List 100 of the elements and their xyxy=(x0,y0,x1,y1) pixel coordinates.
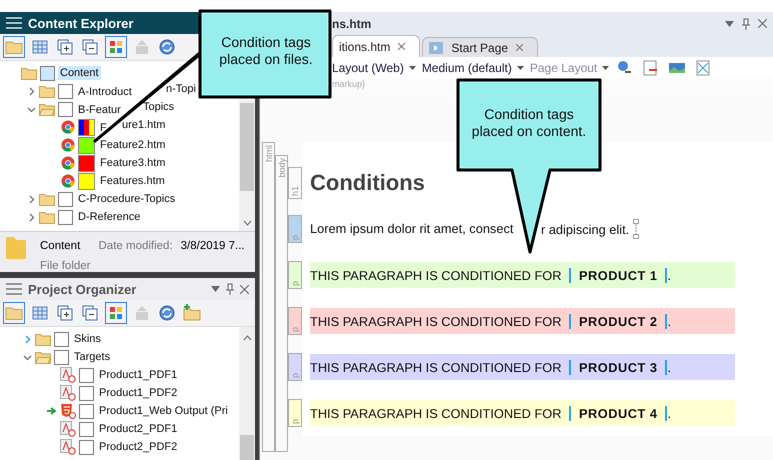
tree-item[interactable]: A-Introduct xyxy=(76,85,134,99)
tree-item[interactable]: Content xyxy=(58,66,101,80)
color-tiles-icon[interactable] xyxy=(105,36,127,58)
chevron-down-icon[interactable] xyxy=(23,352,32,362)
close-icon[interactable] xyxy=(398,43,406,50)
checkbox[interactable] xyxy=(79,422,94,436)
condition-tag-swatch xyxy=(78,172,95,190)
chevron-right-icon[interactable] xyxy=(27,86,36,96)
checkbox[interactable] xyxy=(54,350,69,364)
panel-title: Content Explorer xyxy=(28,16,134,30)
folder-icon[interactable] xyxy=(3,302,25,324)
tree-item[interactable]: Feature3.htm xyxy=(98,156,168,170)
checkbox[interactable] xyxy=(79,386,94,400)
paragraph: r adipiscing elit. xyxy=(541,222,630,236)
checkbox[interactable] xyxy=(58,192,73,206)
scroll-up-icon[interactable] xyxy=(242,335,252,341)
tree-item[interactable]: Product1_PDF1 xyxy=(97,368,180,382)
paragraph: THIS PARAGRAPH IS CONDITIONED FOR PRODUCT 1 . xyxy=(310,268,672,282)
dropdown[interactable]: Layout (Web) xyxy=(332,61,416,75)
item-name: Content xyxy=(40,240,82,252)
document-title: ns.htm xyxy=(332,16,372,30)
tree-item[interactable]: Targets xyxy=(72,350,112,364)
item-type: File folder xyxy=(40,260,90,272)
document-tab[interactable]: Start Page xyxy=(422,37,538,57)
tree-item[interactable]: n-Topi xyxy=(164,82,198,100)
pin-icon[interactable] xyxy=(742,18,750,30)
checkbox[interactable] xyxy=(58,102,73,116)
panel-title: Project Organizer xyxy=(28,282,138,296)
tree-item[interactable]: Product2_PDF1 xyxy=(97,422,180,436)
scroll-down-icon[interactable] xyxy=(242,220,252,226)
expand-all-icon[interactable] xyxy=(55,303,75,323)
callout-text: Condition tags placed on files. xyxy=(218,34,314,68)
date-label: Date modified: xyxy=(98,240,173,252)
condition-tag-swatch xyxy=(78,154,95,172)
tree-item[interactable]: Features.htm xyxy=(98,174,167,188)
tree-item[interactable]: C-Procedure-Topics xyxy=(76,192,178,206)
close-icon[interactable] xyxy=(516,44,524,51)
caret-icon xyxy=(408,66,416,70)
expand-all-icon[interactable] xyxy=(55,37,75,57)
tree-item[interactable]: Skins xyxy=(72,332,103,346)
collapse-all-icon[interactable] xyxy=(80,303,100,323)
open-folder-icon xyxy=(35,350,51,364)
callout-text: Condition tags placed on content. xyxy=(470,106,588,140)
checkbox[interactable] xyxy=(58,84,73,98)
tree-item[interactable]: Product2_PDF2 xyxy=(97,440,180,454)
checkbox[interactable] xyxy=(40,66,55,80)
caret-icon xyxy=(602,66,610,70)
pdf-target-icon xyxy=(60,421,76,437)
dropdown-icon[interactable] xyxy=(211,286,220,292)
tree-item[interactable]: Topics xyxy=(141,100,176,118)
folder-icon xyxy=(39,84,55,98)
scroll-thumb[interactable] xyxy=(240,435,254,460)
sync-icon[interactable] xyxy=(157,303,177,323)
tree-item[interactable]: B-Featur xyxy=(76,103,123,117)
close-icon[interactable] xyxy=(758,19,767,28)
collapse-all-icon[interactable] xyxy=(80,37,100,57)
folder-icon xyxy=(35,332,51,346)
open-folder-icon xyxy=(39,102,55,116)
chevron-right-icon[interactable] xyxy=(23,334,32,344)
paragraph: Lorem ipsum dolor rit amet, consect xyxy=(310,221,514,236)
pdf-target-icon xyxy=(60,367,76,383)
paragraph: THIS PARAGRAPH IS CONDITIONED FOR PRODUCT 3 . xyxy=(310,360,672,374)
condition-tag-swatch xyxy=(78,136,95,154)
chevron-down-icon[interactable] xyxy=(27,104,36,114)
tree-item[interactable]: ure1.htm xyxy=(120,118,168,136)
tree-item[interactable]: Product1_PDF2 xyxy=(97,386,180,400)
scroll-thumb[interactable] xyxy=(240,103,254,191)
checkbox[interactable] xyxy=(58,210,73,224)
close-icon[interactable] xyxy=(240,284,249,294)
html-target-icon xyxy=(60,403,76,419)
paragraph: THIS PARAGRAPH IS CONDITIONED FOR PRODUCT 2 . xyxy=(310,314,672,328)
menu-icon[interactable] xyxy=(6,283,22,295)
checkbox[interactable] xyxy=(79,440,94,454)
condition-tag-swatch xyxy=(78,118,95,136)
pdf-target-icon xyxy=(60,439,76,455)
date-value: 3/8/2019 7... xyxy=(180,240,245,252)
dropdown[interactable]: Medium (default) xyxy=(422,61,524,75)
dropdown-icon[interactable] xyxy=(725,20,734,26)
round-browser-icon xyxy=(61,138,75,152)
color-tiles-icon[interactable] xyxy=(105,302,127,324)
paragraph: THIS PARAGRAPH IS CONDITIONED FOR PRODUCT 4 . xyxy=(310,406,672,420)
tree-item[interactable]: F xyxy=(98,121,109,135)
tree-item[interactable]: Product1_Web Output (Pri xyxy=(97,404,230,418)
round-browser-icon xyxy=(61,156,75,170)
folder-icon xyxy=(39,192,55,206)
checkbox[interactable] xyxy=(79,368,94,382)
add-folder-icon[interactable] xyxy=(182,303,202,323)
folder-icon xyxy=(21,66,37,80)
document-tab[interactable]: itions.htm xyxy=(332,35,420,57)
folder-icon[interactable] xyxy=(3,36,25,58)
pin-icon[interactable] xyxy=(226,283,234,295)
checkbox[interactable] xyxy=(54,332,69,346)
caret-icon xyxy=(516,66,524,70)
selection-handle-icon xyxy=(633,219,640,239)
folder-icon xyxy=(39,210,55,224)
tree-item[interactable]: D-Reference xyxy=(76,210,142,224)
sync-icon[interactable] xyxy=(157,37,177,57)
round-browser-icon xyxy=(61,174,75,188)
checkbox[interactable] xyxy=(79,404,94,418)
tree-item[interactable]: Feature2.htm xyxy=(98,138,168,152)
